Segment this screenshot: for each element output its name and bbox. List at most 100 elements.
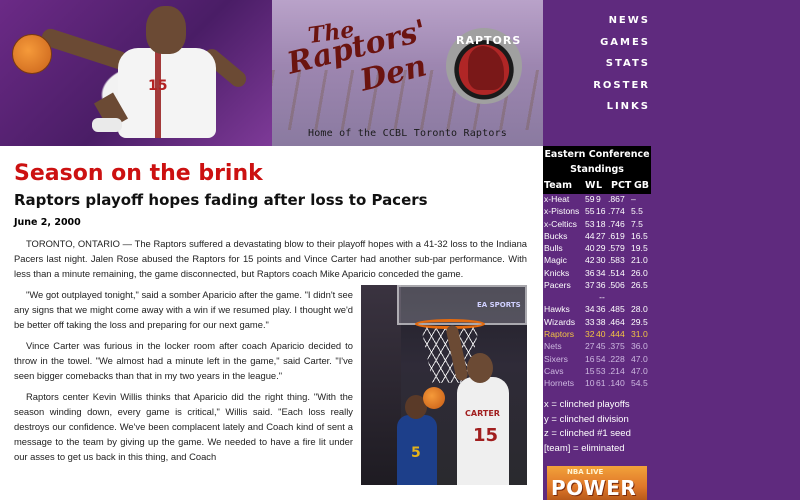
sidebar: Eastern Conference Standings Team W L PC… [543, 146, 800, 500]
standings-cell-l: 9 [596, 194, 601, 204]
standings-cell-team: x-Heat [544, 194, 570, 204]
standings-cell-pct: .464 [608, 316, 625, 327]
basketball-icon [423, 387, 445, 409]
raptors-logo-text: RAPTORS [456, 34, 522, 47]
standings-cell-l: 54 [596, 353, 606, 364]
standings-cell-team: Sixers [544, 353, 568, 364]
standings-row-bucks[interactable]: Bucks 44 27.619 16.5 [543, 231, 651, 243]
standings-cell-pct: .867 [608, 194, 625, 204]
standings-cell-pct: .774 [608, 206, 625, 217]
standings-cell-pct: .140 [608, 378, 625, 389]
standings-cell-w: 40 [585, 243, 595, 254]
standings-cell-gb: – [631, 194, 636, 204]
standings-cell-team: x-Celtics [544, 218, 577, 229]
standings-cell-gb: 5.5 [631, 206, 643, 217]
standings-cell-l: 40 [596, 328, 606, 339]
standings-cell-pct: .375 [608, 341, 625, 352]
standings-cell-gb: 26.0 [631, 267, 648, 278]
nav-link-games[interactable]: GAMES [530, 37, 650, 48]
standings-cell-l: 53 [596, 365, 606, 376]
standings-cell-pct: .506 [608, 280, 625, 291]
photo-defender-number: 5 [411, 445, 421, 461]
standings-cell-w: 37 [585, 280, 595, 291]
article-date: June 2, 2000 [14, 217, 81, 228]
standings-row-magic[interactable]: Magic 42 30.583 21.0 [543, 255, 651, 267]
article-headline: Season on the brink [14, 161, 263, 186]
standings-group-out: Hawks 34 36.485 28.0 Wizards 33 38.464 29.5 Rapt… [543, 304, 651, 390]
standings-header-row: Team W L PCT GB [543, 179, 651, 194]
standings-cell-team: Raptors [544, 328, 575, 339]
player-number: 15 [148, 78, 168, 94]
standings-cell-gb: 29.5 [631, 316, 648, 327]
standings-cell-l: 45 [596, 341, 606, 352]
col-header-w: W [585, 180, 596, 191]
standings-cell-pct: .583 [608, 255, 625, 266]
standings-cell-gb: 36.0 [631, 341, 648, 352]
standings-cell-w: 55 [585, 206, 595, 217]
standings-cell-team: Knicks [544, 267, 570, 278]
site-logo[interactable]: The Raptors' Den RAPTORS Home of the CCB… [272, 0, 543, 146]
nav-link-news[interactable]: NEWS [530, 15, 650, 26]
standings-cell-l: 36 [596, 304, 606, 315]
standings-row-hawks[interactable]: Hawks 34 36.485 28.0 [543, 304, 651, 316]
standings-cell-gb: 7.5 [631, 218, 643, 229]
standings-cell-team: Pacers [544, 280, 571, 291]
standings-cell-team: Bulls [544, 243, 563, 254]
legend-item: y = clinched division [544, 413, 629, 425]
standings-row-xpistons[interactable]: x-Pistons 55 16.774 5.5 [543, 206, 651, 218]
standings-cell-l: 36 [596, 280, 606, 291]
standings-cell-gb: 47.0 [631, 365, 648, 376]
nav-link-links[interactable]: LINKS [530, 101, 650, 112]
standings-cell-w: 16 [585, 353, 595, 364]
standings-cell-gb: 16.5 [631, 230, 648, 241]
standings-row-xceltics[interactable]: x-Celtics 53 18.746 7.5 [543, 219, 651, 231]
standings-group-playoff: x-Heat 59 9 .867– x-Pistons 55 16.774 5.5 x-Celt… [543, 194, 651, 292]
legend-item: x = clinched playoffs [544, 399, 630, 411]
standings-cell-pct: .228 [608, 353, 625, 364]
standings-cell-team: Bucks [544, 230, 568, 241]
main-nav: NEWS GAMES STATS ROSTER LINKS [543, 0, 800, 146]
standings-cell-w: 15 [585, 365, 595, 376]
standings-cell-gb: 28.0 [631, 304, 648, 315]
standings-cell-l: 29 [596, 243, 606, 254]
standings-cell-l: 61 [596, 378, 606, 389]
standings-legend: x = clinched playoffs y = clinched divis… [543, 398, 651, 456]
photo-jersey-number: 15 [473, 425, 499, 446]
site-subtitle: Home of the CCBL Toronto Raptors [307, 128, 508, 139]
standings-row-knicks[interactable]: Knicks 36 34.514 26.0 [543, 268, 651, 280]
standings-cell-w: 42 [585, 255, 595, 266]
standings-cell-pct: .746 [608, 218, 625, 229]
standings-divider: -- [599, 292, 605, 303]
col-header-pct: PCT [611, 180, 632, 191]
standings-cell-w: 34 [585, 304, 595, 315]
nav-link-stats[interactable]: STATS [530, 58, 650, 69]
standings-cell-pct: .619 [608, 230, 625, 241]
standings-table: Eastern Conference Standings Team W L PC… [543, 146, 651, 456]
standings-row-wizards[interactable]: Wizards 33 38.464 29.5 [543, 317, 651, 329]
standings-cell-l: 16 [596, 206, 606, 217]
standings-row-hornets[interactable]: Hornets 10 61.140 54.5 [543, 378, 651, 390]
standings-cell-w: 10 [585, 378, 595, 389]
standings-row-cavs[interactable]: Cavs 15 53.214 47.0 [543, 366, 651, 378]
standings-cell-l: 18 [596, 218, 606, 229]
standings-row-raptors[interactable]: Raptors 32 40.444 31.0 [543, 329, 651, 341]
standings-row-pacers[interactable]: Pacers 37 36.506 26.5 [543, 280, 651, 292]
standings-cell-gb: 26.5 [631, 280, 648, 291]
power-rankings-banner[interactable]: NBA LIVE POWER [547, 466, 647, 500]
standings-row-sixers[interactable]: Sixers 16 54.228 47.0 [543, 354, 651, 366]
col-header-gb: GB [634, 180, 650, 191]
standings-cell-w: 59 [585, 194, 595, 204]
standings-cell-w: 32 [585, 328, 595, 339]
standings-cell-team: x-Pistons [544, 206, 580, 217]
standings-row-xheat[interactable]: x-Heat 59 9 .867– [543, 194, 651, 206]
standings-cell-team: Magic [544, 255, 567, 266]
standings-cell-pct: .444 [608, 328, 625, 339]
standings-row-nets[interactable]: Nets 27 45.375 36.0 [543, 341, 651, 353]
nav-link-roster[interactable]: ROSTER [530, 80, 650, 91]
standings-cell-team: Hornets [544, 378, 575, 389]
photo-ad-text: EA SPORTS [477, 301, 521, 309]
standings-row-bulls[interactable]: Bulls 40 29.579 19.5 [543, 243, 651, 255]
standings-cell-pct: .485 [608, 304, 625, 315]
standings-cell-gb: 47.0 [631, 353, 648, 364]
photo-jersey-name: CARTER [465, 409, 500, 418]
